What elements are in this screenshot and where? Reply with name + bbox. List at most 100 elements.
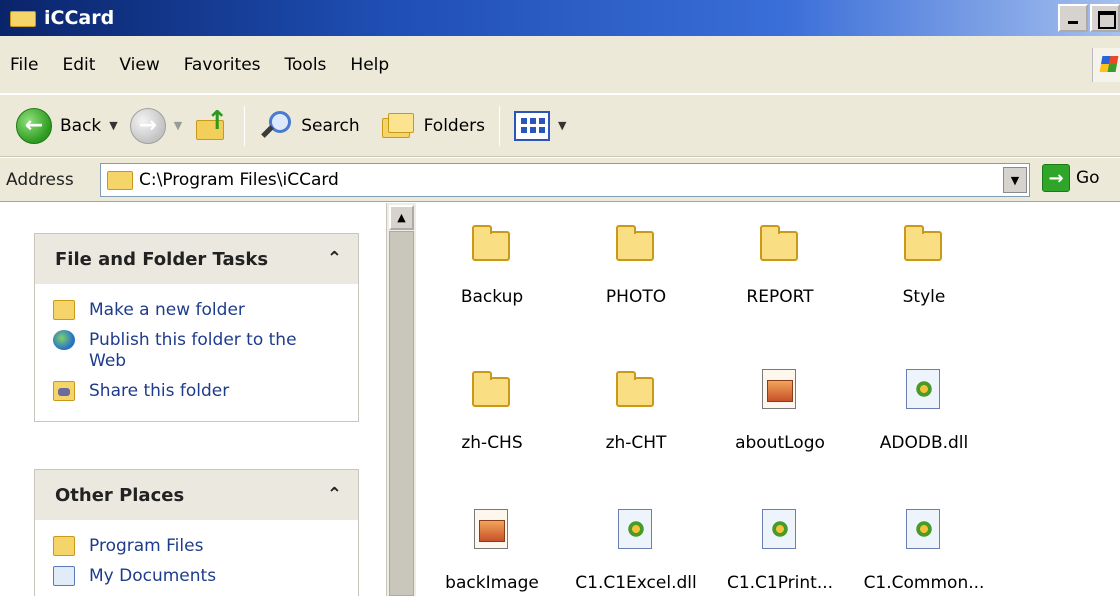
file-item[interactable]: backImage xyxy=(417,509,567,593)
folder-icon xyxy=(53,536,75,556)
search-button[interactable]: Search xyxy=(253,104,365,148)
panel-title: File and Folder Tasks xyxy=(55,248,269,270)
folder-icon xyxy=(107,170,133,190)
toolbar-separator xyxy=(244,105,246,146)
file-item[interactable]: zh-CHT xyxy=(561,369,711,453)
forward-arrow-icon: → xyxy=(129,107,166,144)
go-button[interactable]: → Go xyxy=(1042,164,1100,192)
place-program-files[interactable]: Program Files xyxy=(53,536,358,557)
my-documents-icon xyxy=(53,566,75,586)
file-item[interactable]: zh-CHS xyxy=(417,369,567,453)
go-label: Go xyxy=(1076,168,1100,188)
folder-up-icon: ↑ xyxy=(194,108,230,144)
window-title: iCCard xyxy=(44,7,115,29)
folder-icon xyxy=(10,7,38,29)
go-arrow-icon: → xyxy=(1042,164,1070,192)
task-label: Publish this folder to the Web xyxy=(89,330,297,371)
scroll-up-button[interactable]: ▲ xyxy=(389,205,414,230)
windows-logo-icon xyxy=(1092,48,1120,82)
menu-favorites[interactable]: Favorites xyxy=(172,55,273,75)
file-item[interactable]: ADODB.dll xyxy=(849,369,999,453)
views-button[interactable]: ▼ xyxy=(508,104,572,148)
dll-file-icon xyxy=(902,509,946,553)
vertical-scrollbar[interactable]: ▲ xyxy=(386,203,416,596)
menu-bar: File Edit View Favorites Tools Help xyxy=(0,36,1120,94)
address-input[interactable]: C:\Program Files\iCCard ▼ xyxy=(100,163,1030,197)
menu-view[interactable]: View xyxy=(107,55,171,75)
views-dropdown-icon[interactable]: ▼ xyxy=(558,119,566,132)
folders-label: Folders xyxy=(423,115,486,136)
forward-dropdown-icon[interactable]: ▼ xyxy=(174,119,182,132)
task-make-new-folder[interactable]: Make a new folder xyxy=(53,300,358,321)
back-label: Back xyxy=(60,115,102,136)
back-dropdown-icon[interactable]: ▼ xyxy=(109,119,117,132)
file-list: Backup PHOTO REPORT Style zh-CHS zh-CHT aboutL… xyxy=(417,203,1120,596)
image-file-icon xyxy=(758,369,802,413)
panel-title: Other Places xyxy=(55,484,185,506)
folders-icon xyxy=(380,110,416,142)
dll-file-icon xyxy=(614,509,658,553)
collapse-chevron-icon[interactable]: ⌃ xyxy=(327,484,342,505)
search-label: Search xyxy=(301,115,360,136)
globe-icon xyxy=(53,330,75,350)
file-item[interactable]: C1.C1Excel.dll xyxy=(561,509,711,593)
file-item[interactable]: REPORT xyxy=(705,223,855,307)
file-item[interactable]: Style xyxy=(849,223,999,307)
file-folder-tasks-panel: File and Folder Tasks ⌃ Make a new folde… xyxy=(34,233,359,422)
image-file-icon xyxy=(470,509,514,553)
address-dropdown-icon[interactable]: ▼ xyxy=(1003,167,1027,193)
file-name: Style xyxy=(902,287,946,307)
file-item[interactable]: aboutLogo xyxy=(705,369,855,453)
folder-icon xyxy=(902,223,946,267)
other-places-panel: Other Places ⌃ Program Files My Document… xyxy=(34,469,359,596)
menu-tools[interactable]: Tools xyxy=(273,55,339,75)
file-name: C1.C1Excel.dll xyxy=(575,573,697,593)
folder-icon xyxy=(758,223,802,267)
task-publish-folder[interactable]: Publish this folder to the Web xyxy=(53,330,358,372)
collapse-chevron-icon[interactable]: ⌃ xyxy=(327,248,342,269)
place-label: My Documents xyxy=(89,566,217,586)
file-item[interactable]: Backup xyxy=(417,223,567,307)
file-name: backImage xyxy=(445,573,539,593)
address-bar: Address C:\Program Files\iCCard ▼ → Go xyxy=(0,158,1120,202)
file-name: Backup xyxy=(460,287,524,307)
up-button[interactable]: ↑ xyxy=(188,104,236,148)
task-share-folder[interactable]: Share this folder xyxy=(53,381,358,402)
folders-button[interactable]: Folders xyxy=(374,104,491,148)
task-pane: File and Folder Tasks ⌃ Make a new folde… xyxy=(0,203,386,596)
scroll-thumb[interactable] xyxy=(389,231,414,596)
new-folder-icon xyxy=(53,300,75,320)
file-item[interactable]: C1.Common... xyxy=(849,509,999,593)
file-name: PHOTO xyxy=(605,287,667,307)
panel-header[interactable]: Other Places ⌃ xyxy=(35,470,358,520)
panel-header[interactable]: File and Folder Tasks ⌃ xyxy=(35,234,358,284)
file-name: C1.Common... xyxy=(863,573,985,593)
folder-icon xyxy=(470,223,514,267)
file-name: REPORT xyxy=(746,287,814,307)
task-label: Share this folder xyxy=(89,381,230,401)
folder-icon xyxy=(614,369,658,413)
place-my-documents[interactable]: My Documents xyxy=(53,566,358,587)
address-label: Address xyxy=(6,169,74,190)
menu-help[interactable]: Help xyxy=(338,55,401,75)
file-item[interactable]: C1.C1Print... xyxy=(705,509,855,593)
task-label: Make a new folder xyxy=(89,300,245,320)
maximize-button[interactable] xyxy=(1090,4,1120,32)
menu-edit[interactable]: Edit xyxy=(50,55,107,75)
dll-file-icon xyxy=(902,369,946,413)
folder-icon xyxy=(614,223,658,267)
back-button[interactable]: ← Back ▼ xyxy=(0,104,124,148)
file-item[interactable]: PHOTO xyxy=(561,223,711,307)
forward-button[interactable]: → ▼ xyxy=(124,104,188,148)
file-name: aboutLogo xyxy=(735,433,825,453)
search-icon xyxy=(259,109,293,143)
title-bar[interactable]: iCCard xyxy=(0,0,1120,36)
folder-icon xyxy=(470,369,514,413)
toolbar: ← Back ▼ → ▼ ↑ Search Folders ▼ xyxy=(0,95,1120,157)
place-label: Program Files xyxy=(89,536,204,556)
minimize-button[interactable] xyxy=(1058,4,1088,32)
menu-file[interactable]: File xyxy=(0,55,50,75)
file-name: C1.C1Print... xyxy=(726,573,834,593)
dll-file-icon xyxy=(758,509,802,553)
file-name: zh-CHS xyxy=(461,433,523,453)
